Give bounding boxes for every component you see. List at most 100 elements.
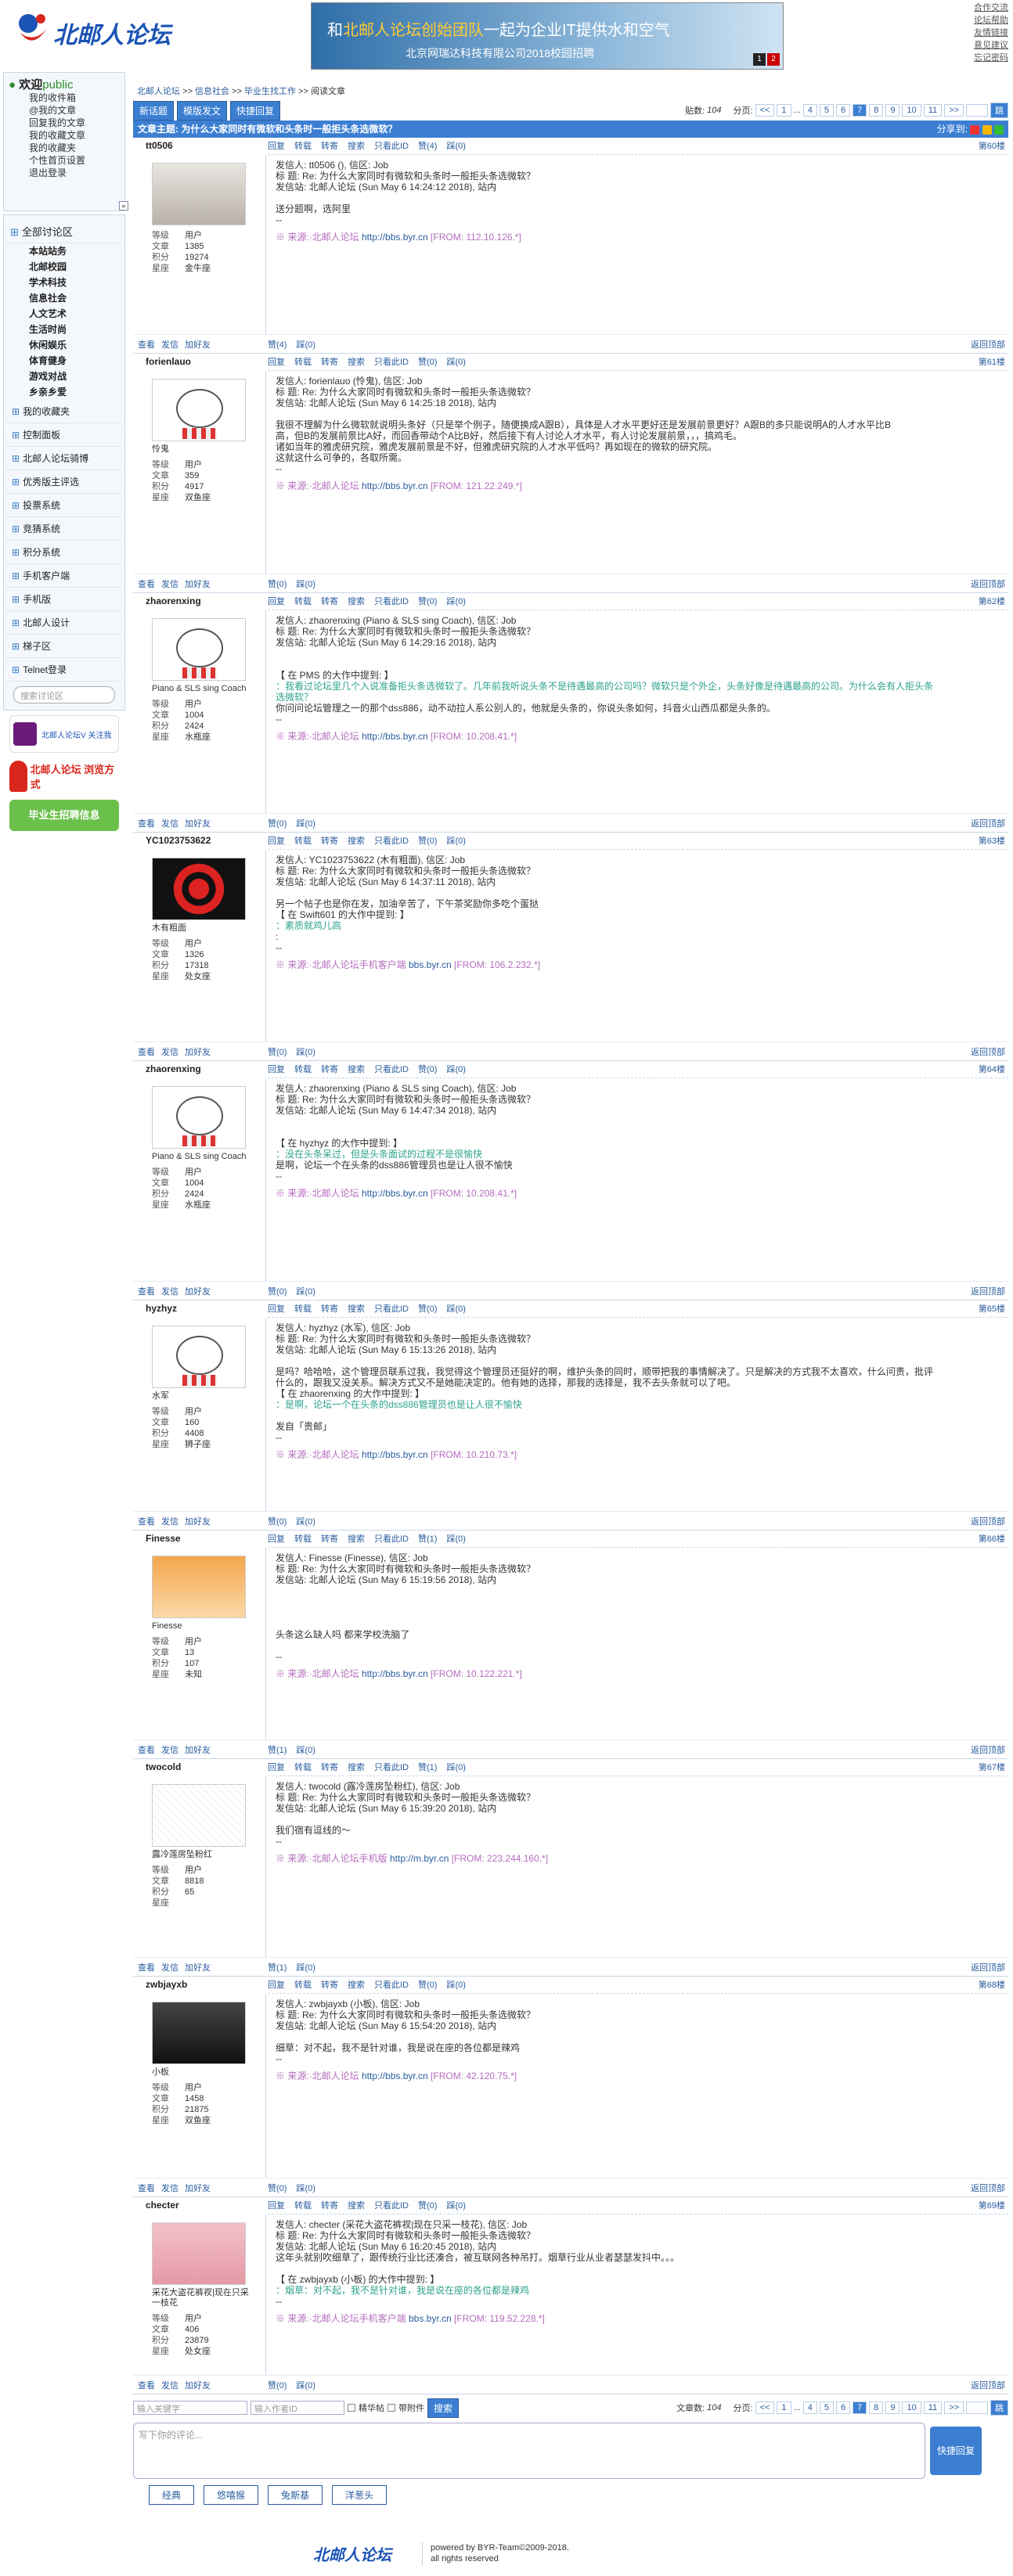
- source-link[interactable]: http://bbs.byr.cn: [362, 1668, 428, 1679]
- search-button[interactable]: 搜索: [348, 1977, 365, 1993]
- reply-button[interactable]: 回复: [268, 2197, 285, 2214]
- send-mail-link[interactable]: 发信: [161, 1048, 178, 1057]
- avatar[interactable]: [152, 163, 246, 225]
- like-button[interactable]: 赞(1): [268, 1746, 287, 1755]
- like-button[interactable]: 赞(1): [418, 1531, 437, 1547]
- avatar[interactable]: [152, 2002, 246, 2064]
- source-link[interactable]: bbs.byr.cn: [409, 959, 452, 970]
- add-friend-link[interactable]: 加好友: [185, 1963, 211, 1973]
- add-friend-link[interactable]: 加好友: [185, 1048, 211, 1057]
- pager-jump-input[interactable]: [966, 104, 988, 117]
- dislike-button[interactable]: 踩(0): [296, 2184, 315, 2193]
- crumb-home[interactable]: 北邮人论坛: [137, 87, 180, 96]
- avatar[interactable]: [152, 379, 246, 441]
- view-profile-link[interactable]: 查看: [138, 340, 155, 350]
- only-author-button[interactable]: 只看此ID: [374, 1977, 409, 1993]
- dislike-button[interactable]: 踩(0): [296, 1963, 315, 1973]
- pager-page[interactable]: 11: [923, 2402, 943, 2414]
- back-to-top-link[interactable]: 返回顶部: [971, 817, 1005, 829]
- quick-reply-submit[interactable]: 快捷回复: [930, 2427, 982, 2475]
- crumb-board[interactable]: 毕业生找工作: [244, 87, 296, 96]
- add-friend-link[interactable]: 加好友: [185, 340, 211, 350]
- weibo-share-icon[interactable]: [970, 124, 980, 135]
- menu-fav-articles[interactable]: 我的收藏文章: [9, 129, 120, 142]
- only-author-button[interactable]: 只看此ID: [374, 1301, 409, 1317]
- floor-number[interactable]: 第64楼: [979, 1061, 1005, 1078]
- repost-button[interactable]: 转寄: [321, 1977, 338, 1993]
- only-author-button[interactable]: 只看此ID: [374, 354, 409, 370]
- floor-number[interactable]: 第66楼: [979, 1531, 1005, 1547]
- back-to-top-link[interactable]: 返回顶部: [971, 1743, 1005, 1756]
- back-to-top-link[interactable]: 返回顶部: [971, 2182, 1005, 2194]
- only-author-button[interactable]: 只看此ID: [374, 1759, 409, 1775]
- nav-item[interactable]: 手机版: [7, 588, 121, 611]
- avatar[interactable]: [152, 858, 246, 920]
- banner-dot[interactable]: 1: [753, 53, 766, 66]
- nav-section[interactable]: 乡亲乡爱: [7, 384, 121, 400]
- floor-number[interactable]: 第68楼: [979, 1977, 1005, 1993]
- nav-item[interactable]: 手机客户端: [7, 564, 121, 588]
- nav-item[interactable]: Telnet登录: [7, 658, 121, 682]
- like-button[interactable]: 赞(0): [268, 1048, 287, 1057]
- nav-item[interactable]: 积分系统: [7, 541, 121, 564]
- emoticon-tab[interactable]: 经典: [149, 2485, 195, 2505]
- like-button[interactable]: 赞(0): [418, 2197, 437, 2214]
- avatar[interactable]: [152, 1326, 246, 1388]
- dislike-button[interactable]: 踩(0): [446, 1061, 465, 1078]
- site-logo[interactable]: 北邮人论坛: [14, 9, 171, 56]
- add-friend-link[interactable]: 加好友: [185, 1746, 211, 1755]
- pager-page[interactable]: 9: [885, 2402, 900, 2414]
- view-profile-link[interactable]: 查看: [138, 1048, 155, 1057]
- nav-section[interactable]: 人文艺术: [7, 306, 121, 322]
- search-button[interactable]: 搜索: [427, 2398, 460, 2418]
- add-friend-link[interactable]: 加好友: [185, 580, 211, 589]
- post-author-id[interactable]: forienlauo: [133, 354, 266, 369]
- repost-button[interactable]: 转寄: [321, 1759, 338, 1775]
- source-link[interactable]: http://bbs.byr.cn: [362, 1188, 428, 1199]
- banner-dot[interactable]: 2: [767, 53, 780, 66]
- avatar[interactable]: [152, 618, 246, 681]
- repost-button[interactable]: 转寄: [321, 1531, 338, 1547]
- dislike-button[interactable]: 踩(0): [446, 1759, 465, 1775]
- search-button[interactable]: 搜索: [348, 833, 365, 849]
- send-mail-link[interactable]: 发信: [161, 819, 178, 829]
- dislike-button[interactable]: 踩(0): [296, 1517, 315, 1527]
- dislike-button[interactable]: 踩(0): [296, 1048, 315, 1057]
- like-button[interactable]: 赞(0): [418, 833, 437, 849]
- like-button[interactable]: 赞(1): [418, 1759, 437, 1775]
- collapse-toggle[interactable]: «: [119, 201, 128, 210]
- menu-home-settings[interactable]: 个性首页设置: [9, 154, 120, 167]
- send-mail-link[interactable]: 发信: [161, 340, 178, 350]
- menu-favorites[interactable]: 我的收藏夹: [9, 142, 120, 154]
- toplink-friends[interactable]: 友情链接: [974, 27, 1008, 39]
- like-button[interactable]: 赞(1): [268, 1963, 287, 1973]
- forward-button[interactable]: 转载: [294, 833, 312, 849]
- back-to-top-link[interactable]: 返回顶部: [971, 2379, 1005, 2391]
- pager-page[interactable]: 9: [885, 104, 900, 117]
- forward-button[interactable]: 转载: [294, 2197, 312, 2214]
- promo-weibo[interactable]: 北邮人论坛V 关注我: [9, 715, 119, 753]
- post-author-id[interactable]: hyzhyz: [133, 1301, 266, 1316]
- nav-section[interactable]: 北邮校园: [7, 259, 121, 275]
- nav-item[interactable]: 北邮人论坛骑博: [7, 447, 121, 470]
- floor-number[interactable]: 第60楼: [979, 138, 1005, 154]
- quick-reply-button[interactable]: 快捷回复: [230, 100, 281, 121]
- ad-banner[interactable]: 和北邮人论坛创始团队一起为企业IT提供水和空气 北京网瑞达科技有限公司2018校…: [311, 2, 784, 70]
- reply-button[interactable]: 回复: [268, 833, 285, 849]
- like-button[interactable]: 赞(0): [418, 1977, 437, 1993]
- add-friend-link[interactable]: 加好友: [185, 2184, 211, 2193]
- add-friend-link[interactable]: 加好友: [185, 1287, 211, 1297]
- source-link[interactable]: http://bbs.byr.cn: [362, 232, 428, 243]
- pager-prev[interactable]: <<: [755, 104, 775, 117]
- digest-checkbox[interactable]: [348, 2404, 355, 2412]
- dislike-button[interactable]: 踩(0): [296, 580, 315, 589]
- pager-current[interactable]: 7: [853, 104, 867, 117]
- view-profile-link[interactable]: 查看: [138, 1287, 155, 1297]
- source-link[interactable]: http://bbs.byr.cn: [362, 1449, 428, 1460]
- pager-page[interactable]: 5: [819, 2402, 834, 2414]
- source-link[interactable]: http://bbs.byr.cn: [362, 480, 428, 491]
- search-button[interactable]: 搜索: [348, 138, 365, 154]
- floor-number[interactable]: 第63楼: [979, 833, 1005, 849]
- emoticon-tab[interactable]: 悠嘻猴: [204, 2485, 259, 2505]
- search-button[interactable]: 搜索: [348, 354, 365, 370]
